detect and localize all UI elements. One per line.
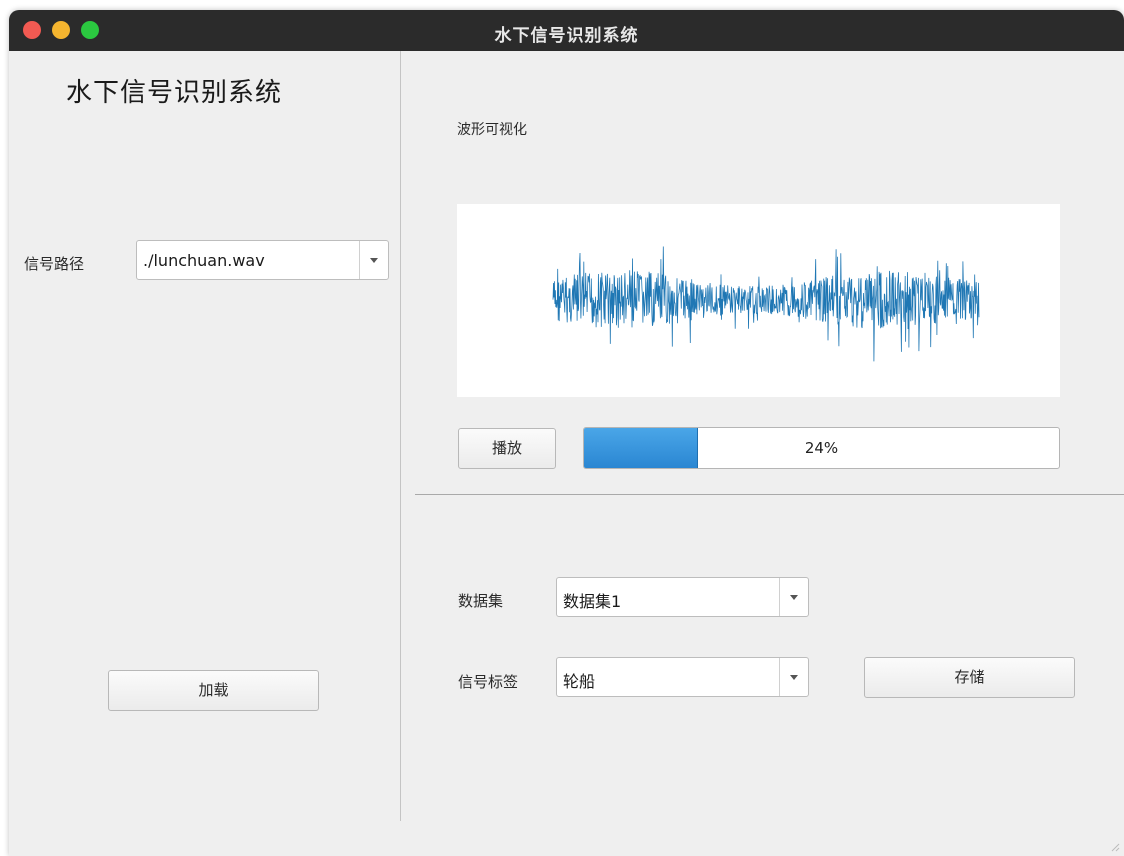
app-title: 水下信号识别系统 <box>66 78 283 108</box>
playback-progress-bar: 24% <box>583 427 1060 469</box>
vertical-divider <box>400 51 401 821</box>
waveform-label: 波形可视化 <box>457 122 527 138</box>
app-window: 水下信号识别系统 水下信号识别系统 信号路径 ./lunchuan.wav 加载… <box>9 10 1124 856</box>
signal-path-value: ./lunchuan.wav <box>143 251 265 270</box>
signal-tag-label: 信号标签 <box>458 673 519 691</box>
signal-path-combo[interactable]: ./lunchuan.wav <box>136 240 389 280</box>
dataset-value: 数据集1 <box>563 592 622 611</box>
chevron-down-icon[interactable] <box>779 658 808 696</box>
signal-tag-combo[interactable]: 轮船 <box>556 657 809 697</box>
play-button[interactable]: 播放 <box>458 428 556 469</box>
chevron-down-icon[interactable] <box>779 578 808 616</box>
window-title: 水下信号识别系统 <box>494 26 639 46</box>
dataset-combo[interactable]: 数据集1 <box>556 577 809 617</box>
chevron-down-icon[interactable] <box>359 241 388 279</box>
waveform-line <box>552 246 980 362</box>
load-button[interactable]: 加载 <box>108 670 319 711</box>
resize-grip-icon[interactable] <box>1110 842 1120 852</box>
dataset-label: 数据集 <box>458 592 504 610</box>
waveform-graphic <box>552 246 980 362</box>
title-bar: 水下信号识别系统 <box>9 10 1124 51</box>
save-button[interactable]: 存储 <box>864 657 1075 698</box>
waveform-plot <box>457 204 1060 397</box>
horizontal-divider <box>415 494 1124 495</box>
signal-tag-value: 轮船 <box>563 672 596 691</box>
signal-path-label: 信号路径 <box>24 255 85 273</box>
progress-text: 24% <box>804 439 839 457</box>
left-pane <box>9 51 400 856</box>
